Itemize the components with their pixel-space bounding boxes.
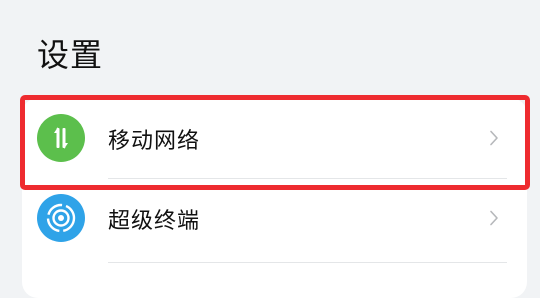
settings-item-mobile-network[interactable]: 移动网络 <box>22 98 527 178</box>
settings-card: 移动网络 超级终端 <box>22 98 527 298</box>
settings-item-label: 超级终端 <box>108 209 201 234</box>
divider <box>108 262 507 263</box>
chevron-right-icon <box>490 130 498 146</box>
page-title: 设置 <box>37 36 104 74</box>
chevron-right-icon <box>490 210 498 226</box>
mobile-data-icon <box>37 114 85 162</box>
settings-item-label: 移动网络 <box>108 129 201 154</box>
settings-item-super-device[interactable]: 超级终端 <box>22 178 527 258</box>
super-device-icon <box>37 194 85 242</box>
